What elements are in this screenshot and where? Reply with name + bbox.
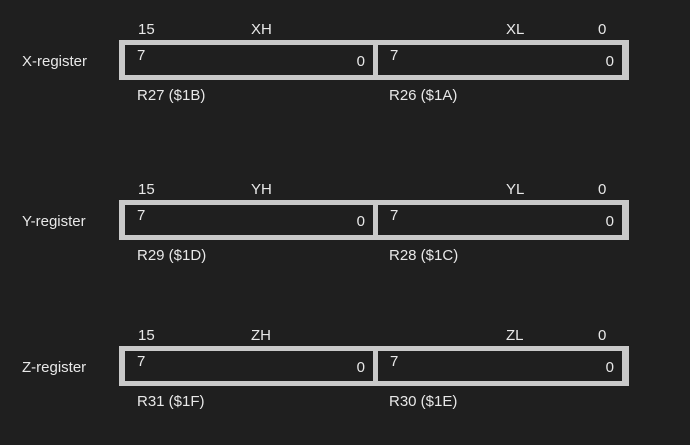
y-register-block: Y-register 15 YH YL 0 7 0 7 0 R29 ($1D) … bbox=[0, 178, 690, 278]
low-cell-bit-7: 7 bbox=[390, 353, 399, 370]
high-register-label: R29 ($1D) bbox=[137, 247, 207, 264]
register-box: 7 0 7 0 bbox=[119, 40, 629, 80]
low-byte-cell: 7 0 bbox=[378, 205, 622, 235]
low-byte-cell: 7 0 bbox=[378, 45, 622, 75]
register-box: 7 0 7 0 bbox=[119, 200, 629, 240]
high-cell-bit-0: 0 bbox=[356, 213, 365, 230]
high-cell-bit-0: 0 bbox=[356, 359, 365, 376]
low-cell-bit-0: 0 bbox=[605, 213, 614, 230]
register-name: Y-register bbox=[22, 213, 86, 230]
high-byte-name: YH bbox=[251, 181, 272, 198]
low-register-label: R28 ($1C) bbox=[389, 247, 459, 264]
bit-0-label: 0 bbox=[598, 327, 607, 344]
register-box: 7 0 7 0 bbox=[119, 346, 629, 386]
bit-0-label: 0 bbox=[598, 21, 607, 38]
high-byte-name: XH bbox=[251, 21, 272, 38]
low-byte-name: XL bbox=[506, 21, 525, 38]
high-cell-bit-7: 7 bbox=[137, 47, 146, 64]
high-byte-cell: 7 0 bbox=[125, 45, 373, 75]
x-register-block: X-register 15 XH XL 0 7 0 7 0 R27 ($1B) … bbox=[0, 18, 690, 118]
register-name: Z-register bbox=[22, 359, 87, 376]
z-register-block: Z-register 15 ZH ZL 0 7 0 7 0 R31 ($1F) … bbox=[0, 324, 690, 424]
high-cell-bit-7: 7 bbox=[137, 353, 146, 370]
high-cell-bit-0: 0 bbox=[356, 53, 365, 70]
bit-15-label: 15 bbox=[138, 327, 155, 344]
low-register-label: R30 ($1E) bbox=[389, 393, 458, 410]
high-register-label: R27 ($1B) bbox=[137, 87, 206, 104]
low-cell-bit-0: 0 bbox=[605, 359, 614, 376]
low-cell-bit-7: 7 bbox=[390, 207, 399, 224]
high-byte-cell: 7 0 bbox=[125, 351, 373, 381]
high-cell-bit-7: 7 bbox=[137, 207, 146, 224]
low-byte-name: ZL bbox=[506, 327, 524, 344]
bit-0-label: 0 bbox=[598, 181, 607, 198]
high-byte-name: ZH bbox=[251, 327, 271, 344]
low-byte-name: YL bbox=[506, 181, 525, 198]
register-name: X-register bbox=[22, 53, 88, 70]
high-byte-cell: 7 0 bbox=[125, 205, 373, 235]
low-cell-bit-0: 0 bbox=[605, 53, 614, 70]
bit-15-label: 15 bbox=[138, 181, 155, 198]
low-cell-bit-7: 7 bbox=[390, 47, 399, 64]
bit-15-label: 15 bbox=[138, 21, 155, 38]
low-byte-cell: 7 0 bbox=[378, 351, 622, 381]
high-register-label: R31 ($1F) bbox=[137, 393, 205, 410]
low-register-label: R26 ($1A) bbox=[389, 87, 458, 104]
